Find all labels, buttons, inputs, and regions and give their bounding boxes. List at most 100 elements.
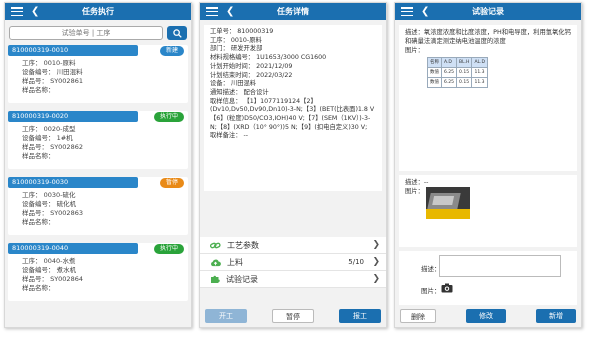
menu-item-label: 试验记录 (226, 274, 258, 284)
task-device: 设备编号： 硫化机 (22, 200, 77, 208)
detail-panel: 工单号： 810000319 工序： 0010-原料 部门： 研发开发部 材料规… (204, 25, 382, 191)
task-sample: 样品号： SY002862 (22, 143, 83, 151)
finish-report-button[interactable]: 报工 (339, 309, 381, 323)
task-execution-screen: ❮ 任务执行 810000319-0010 新建 工序： 0010-原料 设备编… (4, 2, 192, 328)
menu-item-process-params[interactable]: 工艺参数 ❯ (200, 237, 386, 254)
table-cell: 0.15 (456, 77, 473, 88)
task-sample-name: 样品名称： (22, 86, 55, 94)
menu-item-feeding[interactable]: 上料 5/10 ❯ (200, 254, 386, 271)
status-badge: 新建 (159, 46, 184, 56)
detail-line: 计划开始时间： 2021/12/09 (210, 62, 293, 70)
menu-item-test-records[interactable]: 试验记录 ❯ (200, 271, 386, 288)
chevron-right-icon: ❯ (372, 240, 380, 250)
form-desc-label: 描述： (421, 265, 441, 273)
task-device: 设备编号： 川田混料 (22, 68, 83, 76)
table-cell: A.D (440, 57, 458, 68)
task-card[interactable]: 810000319-0040 执行中 工序： 0040-水煮 设备编号： 煮水机… (8, 243, 188, 301)
record-image-table[interactable]: 名称 A.D BL.H AL.D 数值 6.25 0.15 11.3 数值 6.25 0.15 1… (427, 57, 488, 88)
search-input[interactable] (9, 26, 163, 40)
new-record-form: 描述： 图片： (399, 251, 577, 305)
table-cell: BL.H (456, 57, 473, 68)
cloud-upload-icon (211, 259, 221, 266)
task-sample-name: 样品名称： (22, 284, 55, 292)
edit-button[interactable]: 修改 (466, 309, 506, 323)
action-bar: 删除 修改 新增 (395, 305, 581, 327)
menu-icon[interactable] (11, 7, 23, 16)
device-photo[interactable] (425, 187, 470, 219)
detail-line: 计划结束时间： 2022/03/22 (210, 71, 293, 79)
desc-text: 氧浓度浓度和比度浓度，PH和电导度，利用氢氧化钙和碘量法滴定测定纳电池温度的浓度 (405, 29, 571, 45)
task-list: 810000319-0010 新建 工序： 0010-原料 设备编号： 川田混料… (5, 45, 191, 309)
feeding-count: 5/10 (348, 258, 364, 266)
header: ❮ 试验记录 (395, 3, 581, 20)
detail-line: 通知描述： 配合设计 (210, 88, 269, 96)
table-cell: 6.25 (440, 67, 458, 78)
back-arrow-icon[interactable]: ❮ (421, 6, 429, 17)
detail-line: 设备： 川田混料 (210, 80, 257, 88)
table-cell: 数值 (427, 77, 442, 88)
camera-icon[interactable] (441, 283, 453, 293)
record-image-row: 图片： (405, 187, 571, 219)
table-cell: 6.25 (440, 77, 458, 88)
chevron-right-icon: ❯ (372, 257, 380, 267)
task-sample: 样品号： SY002863 (22, 209, 83, 217)
task-device: 设备编号： 1#机 (22, 134, 73, 142)
form-image-label: 图片： (421, 287, 441, 295)
task-process: 工序： 0020-成型 (22, 125, 76, 133)
menu-item-label: 工艺参数 (227, 240, 259, 250)
back-arrow-icon[interactable]: ❮ (226, 6, 234, 17)
menu-item-label: 上料 (227, 257, 243, 267)
task-card[interactable]: 810000319-0010 新建 工序： 0010-原料 设备编号： 川田混料… (8, 45, 188, 103)
chevron-right-icon: ❯ (372, 274, 380, 284)
function-menu: 工艺参数 ❯ 上料 5/10 ❯ 试验记录 ❯ (200, 237, 386, 288)
task-sample-name: 样品名称： (22, 218, 55, 226)
task-process: 工序： 0040-水煮 (22, 257, 76, 265)
pause-button[interactable]: 暂停 (272, 309, 314, 323)
add-button[interactable]: 新增 (536, 309, 576, 323)
description-input[interactable] (439, 255, 561, 277)
record-description: 描述：-- (405, 178, 571, 187)
task-card[interactable]: 810000319-0020 执行中 工序： 0020-成型 设备编号： 1#机… (8, 111, 188, 169)
header: ❮ 任务执行 (5, 3, 191, 20)
table-cell: 名称 (427, 57, 442, 68)
task-card[interactable]: 810000319-0030 暂停 工序： 0030-硫化 设备编号： 硫化机 … (8, 177, 188, 235)
puzzle-icon (211, 275, 220, 283)
task-device: 设备编号： 煮水机 (22, 266, 77, 274)
delete-button[interactable]: 删除 (400, 309, 436, 323)
image-label: 图片： (405, 188, 424, 195)
status-badge: 暂停 (159, 178, 184, 188)
task-process: 工序： 0010-原料 (22, 59, 76, 67)
test-record-item[interactable]: 描述：-- 图片： (399, 175, 577, 247)
status-badge: 执行中 (153, 112, 184, 122)
image-label: 图片： (405, 47, 424, 54)
search-icon (172, 28, 182, 38)
task-sample-name: 样品名称： (22, 152, 55, 160)
status-badge: 执行中 (153, 244, 184, 254)
detail-line: 取样信息： 【1】1077119124【2】(Dv10,Dv50,Dv90,Dn… (210, 97, 375, 131)
desc-label: 描述： (405, 29, 424, 36)
detail-line: 取样备注： -- (210, 132, 249, 140)
task-process: 工序： 0030-硫化 (22, 191, 76, 199)
record-description: 描述：氧浓度浓度和比度浓度，PH和电导度，利用氢氧化钙和碘量法滴定测定纳电池温度… (405, 28, 571, 46)
task-id: 810000319-0040 (8, 243, 138, 254)
task-id: 810000319-0030 (8, 177, 138, 188)
task-detail-screen: ❮ 任务详情 工单号： 810000319 工序： 0010-原料 部门： 研发… (199, 2, 387, 328)
start-button[interactable]: 开工 (205, 309, 247, 323)
link-icon (210, 242, 221, 248)
search-bar (9, 26, 187, 40)
task-sample: 样品号： SY002864 (22, 275, 83, 283)
detail-line: 材料规格编号： 1U1653/3000 CG1600 (210, 54, 327, 62)
task-id: 810000319-0020 (8, 111, 138, 122)
back-arrow-icon[interactable]: ❮ (31, 6, 39, 17)
table-cell: AL.D (471, 57, 488, 68)
test-record-item[interactable]: 描述：氧浓度浓度和比度浓度，PH和电导度，利用氢氧化钙和碘量法滴定测定纳电池温度… (399, 25, 577, 171)
menu-icon[interactable] (401, 7, 413, 16)
detail-line: 部门： 研发开发部 (210, 45, 263, 53)
search-button[interactable] (167, 26, 187, 40)
task-id: 810000319-0010 (8, 45, 138, 56)
table-cell: 0.15 (456, 67, 473, 78)
action-bar: 开工 暂停 报工 (200, 305, 386, 327)
table-cell: 数值 (427, 67, 442, 78)
table-cell: 11.3 (471, 77, 488, 88)
menu-icon[interactable] (206, 7, 218, 16)
